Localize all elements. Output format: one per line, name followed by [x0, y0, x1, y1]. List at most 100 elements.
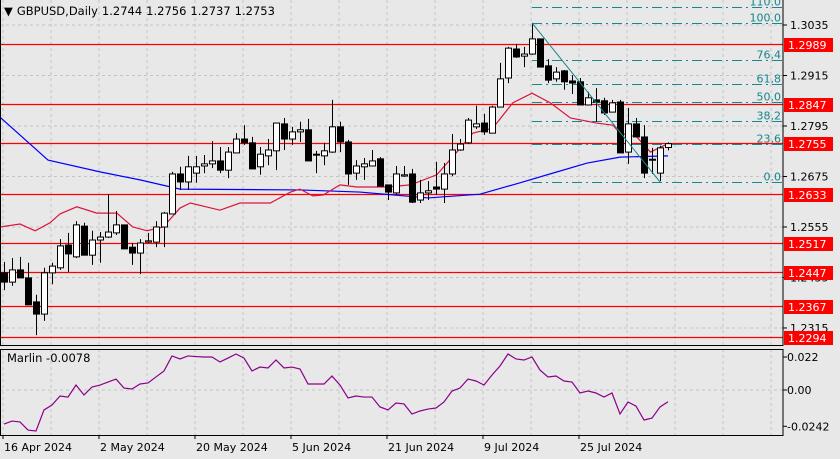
chart-header: ▼ GBPUSD,Daily 1.2744 1.2756 1.2737 1.2753	[4, 4, 279, 18]
bullish-candle	[497, 62, 504, 108]
candle-body	[241, 138, 248, 144]
candle-body	[361, 163, 368, 168]
bullish-candle	[473, 105, 480, 129]
candle-body	[409, 173, 416, 203]
bullish-candle	[233, 133, 240, 154]
date-axis-label: 20 May 2024	[196, 441, 268, 454]
level-price-label: 1.2989	[788, 39, 827, 52]
bullish-candle	[553, 67, 560, 82]
price-axis-label: 1.2675	[790, 170, 829, 183]
candle-body	[281, 123, 288, 140]
date-axis-label: 25 Jul 2024	[580, 441, 642, 454]
bullish-candle	[625, 107, 632, 164]
bearish-candle	[241, 125, 248, 145]
candle-body	[153, 226, 160, 243]
bearish-candle	[641, 125, 648, 179]
bearish-candle	[305, 118, 312, 162]
bearish-candle	[65, 232, 72, 273]
candle-body	[513, 48, 520, 58]
indicator-name: Marlin	[7, 351, 43, 365]
triangle-down-icon[interactable]: ▼	[4, 4, 13, 18]
bullish-candle	[161, 211, 168, 248]
fast-moving-average-line	[0, 92, 668, 232]
level-price-label: 1.2447	[788, 267, 827, 280]
bearish-candle	[537, 38, 544, 68]
date-axis-label: 16 Apr 2024	[4, 441, 72, 454]
bearish-candle	[313, 150, 320, 174]
candle-body	[25, 277, 32, 306]
candle-body	[345, 141, 352, 175]
candle-body	[273, 122, 280, 152]
candle-body	[9, 269, 16, 283]
bullish-candle	[393, 165, 400, 196]
marlin-indicator-line	[3, 353, 669, 432]
bearish-candle	[617, 99, 624, 154]
bearish-candle	[577, 78, 584, 106]
candle-body	[185, 166, 192, 183]
candle-body	[433, 186, 440, 190]
candle-body	[449, 149, 456, 175]
bullish-candle	[609, 99, 616, 113]
bullish-candle	[225, 147, 232, 179]
bullish-candle	[257, 147, 264, 175]
candle-body	[649, 158, 656, 161]
bullish-candle	[9, 258, 16, 286]
candle-body	[73, 224, 80, 258]
bullish-candle	[417, 179, 424, 203]
indicator-axis-label: 0.022	[787, 351, 819, 364]
candle-body	[33, 301, 40, 315]
bullish-candle	[185, 155, 192, 190]
bearish-candle	[1, 261, 8, 291]
candle-body	[201, 163, 208, 167]
main-panel-border	[0, 0, 784, 346]
bearish-candle	[25, 262, 32, 306]
candle-body	[105, 231, 112, 238]
bearish-candle	[33, 294, 40, 336]
indicator-panel-border	[0, 349, 784, 436]
candle-body	[457, 143, 464, 151]
bullish-candle	[529, 22, 536, 55]
candle-body	[481, 122, 488, 133]
bearish-candle	[281, 117, 288, 150]
bullish-candle	[329, 99, 336, 153]
candle-body	[209, 160, 216, 165]
candle-body	[297, 129, 304, 133]
low-price: 1.2737	[190, 4, 231, 18]
fibo-level-label: 50,0	[757, 91, 782, 104]
level-price-label: 1.2755	[788, 138, 827, 151]
candle-body	[177, 173, 184, 183]
candle-body	[313, 153, 320, 156]
candle-body	[89, 239, 96, 256]
fibo-level-label: 23,6	[757, 133, 782, 146]
high-price: 1.2756	[146, 4, 187, 18]
fibo-level-label: 61,8	[757, 73, 782, 86]
candle-body	[609, 102, 616, 113]
bearish-candle	[409, 168, 416, 203]
date-axis-label: 9 Jul 2024	[484, 441, 539, 454]
bullish-candle	[273, 122, 280, 171]
candle-body	[217, 160, 224, 171]
price-chart[interactable]: 110.0 100.0 76,4 61,8 50,0 38,2 23,6 0.0 1.3035 1…	[0, 0, 840, 459]
level-price-label: 1.2367	[788, 301, 827, 314]
candle-body	[545, 65, 552, 81]
indicator-label: Marlin -0.0078	[7, 351, 90, 365]
bullish-candle	[89, 230, 96, 265]
bearish-candle	[633, 117, 640, 138]
fibo-level-label: 38,2	[757, 110, 782, 123]
bullish-candle	[193, 155, 200, 183]
candle-body	[65, 244, 72, 255]
bullish-candle	[321, 142, 328, 166]
bullish-candle	[145, 232, 152, 243]
candle-body	[169, 173, 176, 215]
candle-body	[377, 158, 384, 187]
bullish-candle	[457, 139, 464, 151]
bearish-candle	[81, 222, 88, 256]
bearish-candle	[385, 184, 392, 201]
bullish-candle	[657, 145, 664, 182]
bullish-candle	[169, 171, 176, 215]
candle-body	[17, 269, 24, 279]
candle-body	[193, 166, 200, 174]
date-axis-label: 5 Jun 2024	[292, 441, 351, 454]
fibo-level-label: 76,4	[757, 49, 782, 62]
candle-body	[553, 71, 560, 80]
